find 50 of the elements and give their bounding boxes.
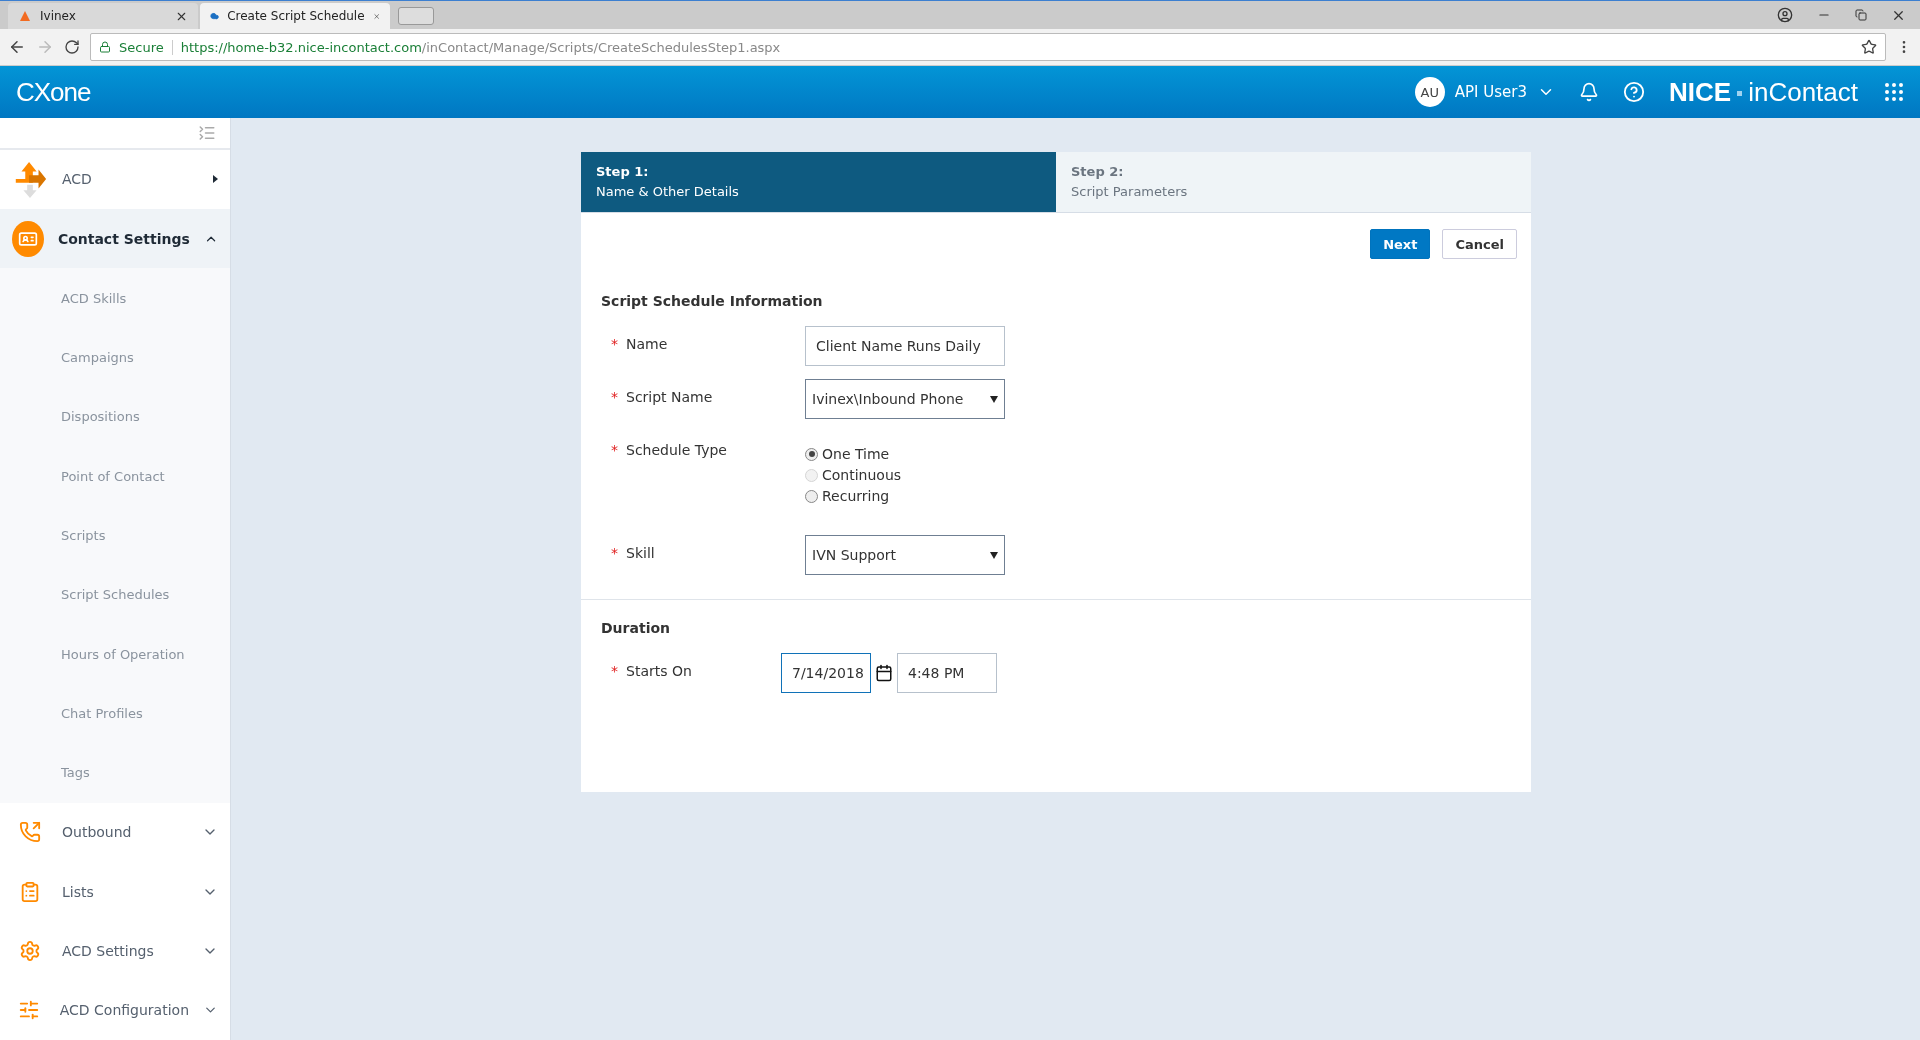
user-name: API User3 [1454, 83, 1528, 101]
user-avatar: AU [1414, 77, 1445, 107]
cancel-button[interactable]: Cancel [1442, 229, 1517, 259]
field-label: Script Name [626, 389, 713, 405]
required-marker: * [611, 545, 618, 561]
radio-button[interactable] [805, 447, 818, 461]
radio-label: One Time [822, 446, 890, 462]
notification-icon[interactable] [1579, 82, 1600, 102]
dropdown[interactable]: Ivinex\Inbound Phone [805, 379, 1005, 419]
browser-tab[interactable]: Create Script Schedule [200, 3, 390, 29]
time-input[interactable]: 4:48 PM [897, 653, 997, 693]
required-marker: * [611, 663, 618, 679]
next-button[interactable]: Next [1370, 229, 1431, 259]
section-title: Script Schedule Information [601, 293, 824, 309]
sidebar-item[interactable]: Contact Settings [0, 209, 230, 269]
back-icon[interactable] [8, 38, 26, 56]
security-label: Secure [119, 39, 173, 55]
field-label: Name [626, 336, 668, 352]
required-marker: * [611, 389, 618, 405]
field-label: Schedule Type [626, 442, 727, 458]
calendar-icon[interactable] [875, 664, 893, 682]
restore-icon[interactable] [1855, 9, 1867, 21]
field-label: Skill [626, 545, 655, 561]
address-bar[interactable]: Secure https://home-b32.nice-incontact.com/inContact/Manage/Scripts/CreateSchedulesStep1.aspx [90, 33, 1886, 61]
wizard-step[interactable]: Step 2: Script Parameters [1056, 152, 1531, 212]
browser-tab[interactable]: Ivinex [8, 3, 198, 29]
profile-icon[interactable] [1777, 7, 1793, 23]
app-grid-icon[interactable] [1882, 80, 1906, 104]
section-title: Duration [601, 620, 671, 636]
app-logo[interactable]: CXone [16, 76, 91, 108]
lock-icon [99, 41, 111, 53]
radio-label: Continuous [822, 467, 902, 483]
radio-button[interactable] [805, 489, 818, 503]
menu-item-icon [12, 220, 44, 257]
dropdown[interactable]: IVN Support [805, 535, 1005, 575]
user-menu[interactable]: AU API User3 [1414, 77, 1556, 107]
brand-logo: NICE inContact [1669, 76, 1858, 108]
field-label: Starts On [626, 663, 692, 679]
collapse-menu-icon[interactable] [198, 123, 216, 142]
required-marker: * [611, 442, 618, 458]
bookmark-star-icon[interactable] [1861, 39, 1877, 55]
caret-right-icon [213, 175, 218, 184]
wizard-step[interactable]: Step 1: Name & Other Details [581, 152, 1056, 212]
name-input[interactable]: Client Name Runs Daily [805, 326, 1005, 366]
date-input[interactable]: 7/14/2018 [781, 653, 871, 693]
radio-label: Recurring [822, 488, 890, 504]
reload-icon[interactable] [64, 39, 80, 55]
url-text: https://home-b32.nice-incontact.com/inContact/Manage/Scripts/CreateSchedulesStep1.aspx [180, 39, 781, 55]
help-icon[interactable] [1623, 81, 1646, 103]
required-marker: * [611, 336, 618, 352]
